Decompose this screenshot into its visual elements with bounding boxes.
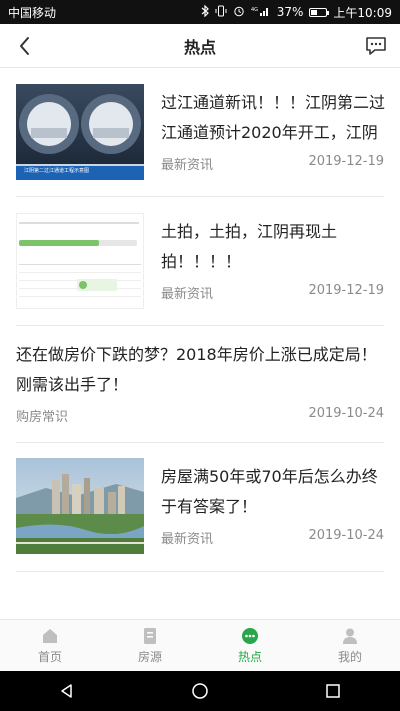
article-item[interactable]: 土拍，土拍，江阴再现土 拍！！！！ 最新资讯 2019-12-19 <box>16 197 384 325</box>
user-icon <box>343 628 357 644</box>
article-title: 土拍，土拍，江阴再现土 拍！！！！ <box>161 217 386 277</box>
article-category: 最新资讯 <box>161 158 214 173</box>
battery-icon <box>309 7 330 17</box>
tab-label: 热点 <box>237 650 262 664</box>
tunnel-image-icon <box>16 84 144 180</box>
document-icon <box>144 628 156 644</box>
article-title: 过江通道新讯！！！江阴第二过 江通道预计2020年开工，江阴 <box>161 88 386 148</box>
article-title-line: 拍！！！！ <box>161 252 242 271</box>
bottom-tab-bar: 首页 房源 热点 我的 <box>0 619 400 671</box>
article-title-line: 房屋满50年或70年后怎么办终 <box>161 467 378 486</box>
status-bar: 中国移动 4G 37% 上午10:09 <box>0 0 400 24</box>
message-button[interactable] <box>362 32 390 60</box>
system-home-button[interactable] <box>188 679 212 703</box>
article-title-line: 刚需该出手了！ <box>16 375 129 394</box>
article-thumbnail: 江阴第二过江通道工程示意图 <box>16 84 144 180</box>
land-auction-image-icon <box>17 214 143 308</box>
triangle-back-icon <box>60 684 72 698</box>
system-nav-bar <box>0 671 400 711</box>
square-recents-icon <box>326 684 341 698</box>
article-title: 房屋满50年或70年后怎么办终 于有答案了！ <box>161 462 386 522</box>
divider <box>16 571 384 572</box>
article-thumbnail <box>16 458 144 554</box>
nav-bar: 热点 <box>0 24 400 68</box>
tab-label: 房源 <box>137 650 162 664</box>
chevron-left-icon <box>20 37 29 55</box>
tab-home[interactable]: 首页 <box>0 620 100 671</box>
system-back-button[interactable] <box>55 679 79 703</box>
chat-bubble-icon <box>366 37 386 55</box>
article-item[interactable]: 江阴第二过江通道工程示意图 过江通道新讯！！！江阴第二过 江通道预计2020年开… <box>16 68 386 196</box>
article-category: 最新资讯 <box>161 532 214 547</box>
thumb-caption: 江阴第二过江通道工程示意图 <box>24 168 90 174</box>
article-thumbnail <box>16 213 144 309</box>
carrier-label: 中国移动 <box>8 5 57 20</box>
city-skyline-image-icon <box>16 458 144 554</box>
back-button[interactable] <box>12 32 40 60</box>
article-date: 2019-10-24 <box>308 406 384 421</box>
vibrate-icon <box>215 5 227 20</box>
clock: 上午10:09 <box>333 5 392 20</box>
tab-label: 首页 <box>37 650 62 664</box>
article-date: 2019-12-19 <box>308 283 384 298</box>
signal-icon: 4G <box>251 5 271 20</box>
article-date: 2019-10-24 <box>308 528 384 543</box>
article-item[interactable]: 房屋满50年或70年后怎么办终 于有答案了！ 最新资讯 2019-10-24 <box>16 443 384 571</box>
article-title-line: 土拍，土拍，江阴再现土 <box>161 222 338 241</box>
circle-home-icon <box>192 683 208 699</box>
alarm-icon <box>233 5 245 20</box>
article-title-line: 于有答案了！ <box>161 497 258 516</box>
article-category: 最新资讯 <box>161 287 214 302</box>
article-category: 购房常识 <box>16 410 69 425</box>
article-title-line: 江通道预计2020年开工，江阴 <box>161 123 378 142</box>
chat-dots-icon <box>242 628 258 644</box>
tab-mine[interactable]: 我的 <box>300 620 400 671</box>
tab-label: 我的 <box>337 650 362 664</box>
tab-hot[interactable]: 热点 <box>200 620 300 671</box>
article-title: 还在做房价下跌的梦？2018年房价上涨已成定局！ 刚需该出手了！ <box>16 340 384 400</box>
article-date: 2019-12-19 <box>308 154 384 169</box>
home-icon <box>43 629 57 643</box>
bluetooth-icon <box>201 4 209 20</box>
article-title-line: 过江通道新讯！！！江阴第二过 <box>161 93 386 112</box>
system-recents-button[interactable] <box>321 679 345 703</box>
article-item[interactable]: 还在做房价下跌的梦？2018年房价上涨已成定局！ 刚需该出手了！ 购房常识 20… <box>16 326 384 442</box>
battery-percent: 37% <box>276 5 304 19</box>
page-title: 热点 <box>183 37 216 57</box>
svg-text:4G: 4G <box>251 7 258 13</box>
article-title-line: 还在做房价下跌的梦？2018年房价上涨已成定局！ <box>16 345 377 364</box>
tab-listings[interactable]: 房源 <box>100 620 200 671</box>
